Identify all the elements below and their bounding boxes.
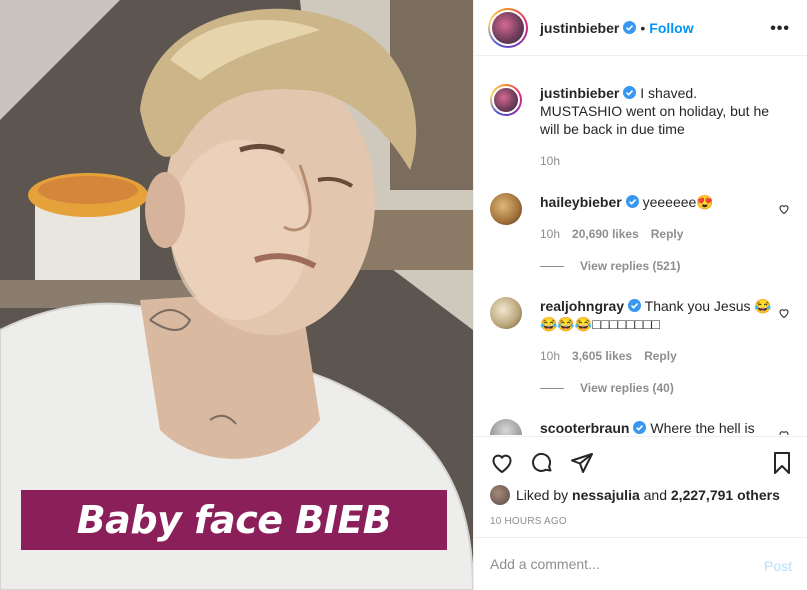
replies-divider [540,265,564,267]
liked-by-and: and [643,487,667,503]
comment-input[interactable] [490,556,740,572]
liked-by-summary: Liked by nessajulia and 2,227,791 others [490,485,780,505]
comment-username[interactable]: scooterbraun [540,420,629,435]
comment-body: scooterbraun Where the hell is [540,419,772,435]
header-separator: • [640,19,646,36]
reply-button[interactable]: Reply [651,227,684,241]
comment-time: 10h [540,154,560,168]
like-heart-icon[interactable] [490,451,514,475]
comment-username[interactable]: justinbieber [540,85,619,101]
liker-avatar[interactable] [490,485,510,505]
comment-body: haileybieber yeeeeee😍 [540,193,772,211]
comment-likes[interactable]: 20,690 likes [572,227,639,241]
verified-badge-icon [633,421,647,434]
list-item: scooterbraun Where the hell is [490,419,790,435]
verified-badge-icon [623,21,637,34]
post-actions: Liked by nessajulia and 2,227,791 others… [474,436,807,536]
add-comment-bar: Post [474,537,807,590]
share-paper-plane-icon[interactable] [570,451,594,475]
like-comment-heart-icon[interactable] [778,203,790,215]
comment-text: yeeeeee😍 [642,194,714,210]
commenter-avatar[interactable] [490,84,522,116]
author-username[interactable]: justinbieber [540,20,619,36]
commenter-avatar[interactable] [490,193,522,225]
more-options-icon[interactable]: ••• [770,20,790,38]
like-comment-heart-icon[interactable] [778,307,790,319]
replies-divider [540,387,564,389]
follow-button[interactable]: Follow [649,20,693,36]
comment-timestamp: 10h [540,227,561,241]
comment-timestamp: 10h [540,154,561,168]
comment-username[interactable]: realjohngray [540,298,624,314]
view-replies-button[interactable]: View replies (40) [540,381,674,395]
comment-body: realjohngray Thank you Jesus 😂😂😂😂□□□□□□□… [540,297,772,333]
comment-likes[interactable]: 3,605 likes [572,349,632,363]
post-comment-button[interactable]: Post [764,558,792,574]
list-item: realjohngray Thank you Jesus 😂😂😂😂□□□□□□□… [490,297,790,397]
list-item: haileybieber yeeeeee😍 10h 20,690 likes Rep… [490,193,790,283]
comment-username[interactable]: haileybieber [540,194,622,210]
like-comment-heart-icon[interactable] [778,429,790,435]
verified-badge-icon [625,195,639,208]
post-image[interactable]: Baby face BIEB [0,0,473,590]
comments-list[interactable]: justinbieber I shaved. MUSTASHIO went on… [474,57,807,435]
view-replies-label: View replies (40) [580,381,674,395]
caption-comment: justinbieber I shaved. MUSTASHIO went on… [490,84,790,194]
verified-badge-icon [623,86,637,99]
caption-sticker-text: Baby face BIEB [76,498,392,542]
post-header: justinbieber • Follow ••• [474,0,807,56]
liked-by-others[interactable]: 2,227,791 others [671,487,780,503]
save-bookmark-icon[interactable] [770,451,794,475]
reply-button[interactable]: Reply [644,349,677,363]
comment-body: justinbieber I shaved. MUSTASHIO went on… [540,84,772,138]
caption-sticker: Baby face BIEB [21,490,447,550]
commenter-avatar[interactable] [490,297,522,329]
commenter-avatar[interactable] [490,419,522,435]
view-replies-button[interactable]: View replies (521) [540,259,681,273]
post-timestamp[interactable]: 10 HOURS AGO [490,516,567,527]
comment-meta: 10h 3,605 likes Reply [540,349,677,363]
post-side-panel: justinbieber • Follow ••• justinbieber I… [473,0,807,590]
verified-badge-icon [628,299,642,312]
liked-by-user[interactable]: nessajulia [572,487,640,503]
view-replies-label: View replies (521) [580,259,681,273]
liked-by-prefix: Liked by [516,487,569,503]
author-avatar[interactable] [488,7,528,48]
comment-text: Where the hell is [650,420,755,435]
comment-timestamp: 10h [540,349,561,363]
comment-meta: 10h 20,690 likes Reply [540,227,683,241]
comment-bubble-icon[interactable] [530,451,554,475]
